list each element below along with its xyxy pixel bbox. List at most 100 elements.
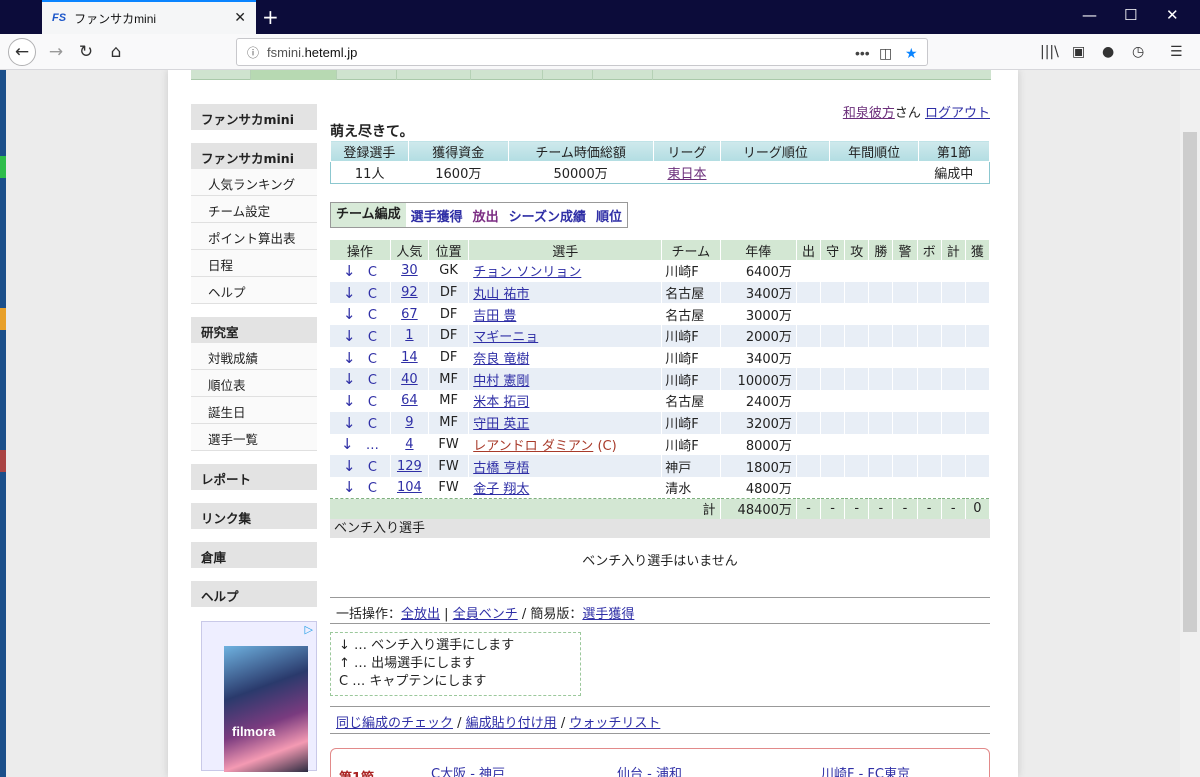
popularity-link[interactable]: 1	[405, 328, 413, 343]
to-bench-button[interactable]: ↓	[343, 392, 356, 410]
tab-acquire[interactable]: 選手獲得	[406, 206, 468, 225]
logout-link[interactable]: ログアウト	[925, 106, 990, 121]
close-window-icon[interactable]: ✕	[1166, 6, 1179, 24]
captain-button[interactable]: C	[368, 330, 377, 345]
to-bench-button[interactable]: ↓	[343, 305, 356, 323]
sidebar-home-link[interactable]: ファンサカmini	[191, 104, 317, 130]
sidebar-help[interactable]: ヘルプ	[191, 581, 317, 607]
forward-icon[interactable]: →	[42, 38, 70, 66]
menu-icon[interactable]: ☰	[1170, 44, 1183, 60]
sidebar-report[interactable]: レポート	[191, 464, 317, 490]
formation-paste-link[interactable]: 編成貼り付け用	[466, 716, 557, 731]
library-icon[interactable]: |||\	[1040, 44, 1059, 60]
popularity-link[interactable]: 4	[405, 437, 413, 452]
simple-acquire-link[interactable]: 選手獲得	[582, 607, 634, 622]
to-bench-button[interactable]: ↓	[343, 262, 356, 280]
sidebar-item-points-table[interactable]: ポイント算出表	[191, 223, 317, 250]
browser-tab[interactable]: FS ファンサカmini ✕	[42, 0, 256, 34]
advertisement[interactable]: ▷ filmora	[201, 621, 317, 772]
sidebar-item-match-results[interactable]: 対戦成績	[191, 343, 317, 370]
sidebar-icon[interactable]: ▣	[1072, 44, 1085, 60]
home-icon[interactable]: ⌂	[102, 38, 130, 66]
pocket-icon[interactable]: ◫	[879, 39, 892, 67]
sidebar-item-standings[interactable]: 順位表	[191, 370, 317, 397]
captain-button[interactable]: C	[368, 395, 377, 410]
bookmark-star-icon[interactable]: ★	[905, 39, 918, 67]
sidebar-storage[interactable]: 倉庫	[191, 542, 317, 568]
sidebar-links[interactable]: リンク集	[191, 503, 317, 529]
new-tab-icon[interactable]: +	[262, 5, 279, 29]
sidebar-item-player-list[interactable]: 選手一覧	[191, 424, 317, 451]
player-link[interactable]: 古橋 亨梧	[473, 461, 529, 476]
player-link[interactable]: 奈良 竜樹	[473, 352, 529, 367]
player-link[interactable]: 金子 翔太	[473, 482, 529, 497]
to-bench-button[interactable]: ↓	[341, 435, 354, 453]
scrollbar-thumb[interactable]	[1183, 132, 1197, 632]
url-bar[interactable]: ⓘ fsmini. heteml.jp ••• ◫ ★	[236, 38, 928, 66]
player-link[interactable]: レアンドロ ダミアン	[473, 439, 593, 454]
tab-formation[interactable]: チーム編成	[331, 203, 406, 227]
sidebar-item-ranking[interactable]: 人気ランキング	[191, 169, 317, 196]
popularity-link[interactable]: 92	[401, 285, 418, 300]
minimize-icon[interactable]: —	[1082, 6, 1097, 24]
to-bench-button[interactable]: ↓	[343, 370, 356, 388]
reload-icon[interactable]: ↻	[72, 38, 100, 66]
sidebar-item-help[interactable]: ヘルプ	[191, 277, 317, 304]
to-bench-button[interactable]: ↓	[343, 349, 356, 367]
captain-button[interactable]: C	[368, 460, 377, 475]
sidebar-section-title[interactable]: ファンサカmini	[191, 143, 317, 169]
captain-button[interactable]: …	[366, 438, 379, 453]
match-link[interactable]: C大阪 - 神戸	[431, 763, 505, 777]
sidebar-item-birthdays[interactable]: 誕生日	[191, 397, 317, 424]
to-bench-button[interactable]: ↓	[343, 478, 356, 496]
captain-button[interactable]: C	[368, 417, 377, 432]
tab-season-stats[interactable]: シーズン成績	[504, 206, 591, 225]
extension-icon[interactable]: ●	[1102, 44, 1114, 60]
captain-button[interactable]: C	[368, 308, 377, 323]
close-tab-icon[interactable]: ✕	[234, 10, 246, 26]
player-link[interactable]: 米本 拓司	[473, 395, 529, 410]
captain-button[interactable]: C	[368, 352, 377, 367]
match-link[interactable]: 仙台 - 浦和	[617, 763, 682, 777]
ad-choices-icon[interactable]: ▷	[305, 623, 313, 636]
match-link[interactable]: 川崎F - FC東京	[821, 763, 910, 777]
captain-button[interactable]: C	[368, 373, 377, 388]
sidebar-item-schedule[interactable]: 日程	[191, 250, 317, 277]
popularity-link[interactable]: 64	[401, 393, 418, 408]
captain-button[interactable]: C	[368, 265, 377, 280]
player-link[interactable]: 守田 英正	[473, 417, 529, 432]
popularity-link[interactable]: 40	[401, 372, 418, 387]
release-all-link[interactable]: 全放出	[401, 607, 440, 622]
tab-ranking[interactable]: 順位	[591, 206, 627, 225]
back-icon[interactable]: ←	[8, 38, 36, 66]
tab-release[interactable]: 放出	[468, 206, 504, 225]
page-actions-icon[interactable]: •••	[855, 39, 870, 67]
player-link[interactable]: 吉田 豊	[473, 309, 516, 324]
user-name-link[interactable]: 和泉彼方	[843, 106, 895, 121]
popularity-link[interactable]: 67	[401, 307, 418, 322]
same-formation-check-link[interactable]: 同じ編成のチェック	[336, 716, 453, 731]
sidebar-section-title[interactable]: 研究室	[191, 317, 317, 343]
history-icon[interactable]: ◷	[1132, 44, 1144, 60]
popularity-link[interactable]: 9	[405, 415, 413, 430]
player-link[interactable]: 丸山 祐市	[473, 287, 529, 302]
to-bench-button[interactable]: ↓	[343, 414, 356, 432]
sidebar-item-team-settings[interactable]: チーム設定	[191, 196, 317, 223]
to-bench-button[interactable]: ↓	[343, 327, 356, 345]
player-link[interactable]: チョン ソンリョン	[473, 265, 581, 280]
popularity-link[interactable]: 30	[401, 263, 418, 278]
to-bench-button[interactable]: ↓	[343, 284, 356, 302]
popularity-link[interactable]: 104	[397, 480, 422, 495]
league-link[interactable]: 東日本	[667, 167, 706, 182]
watchlist-link[interactable]: ウォッチリスト	[569, 716, 660, 731]
captain-button[interactable]: C	[368, 481, 377, 496]
bench-all-link[interactable]: 全員ベンチ	[453, 607, 518, 622]
vertical-scrollbar[interactable]	[1180, 70, 1200, 777]
maximize-icon[interactable]: ☐	[1124, 6, 1137, 24]
popularity-link[interactable]: 129	[397, 459, 422, 474]
player-link[interactable]: マギーニョ	[473, 330, 538, 345]
captain-button[interactable]: C	[368, 287, 377, 302]
info-icon[interactable]: ⓘ	[247, 44, 259, 61]
player-link[interactable]: 中村 憲剛	[473, 374, 529, 389]
popularity-link[interactable]: 14	[401, 350, 418, 365]
